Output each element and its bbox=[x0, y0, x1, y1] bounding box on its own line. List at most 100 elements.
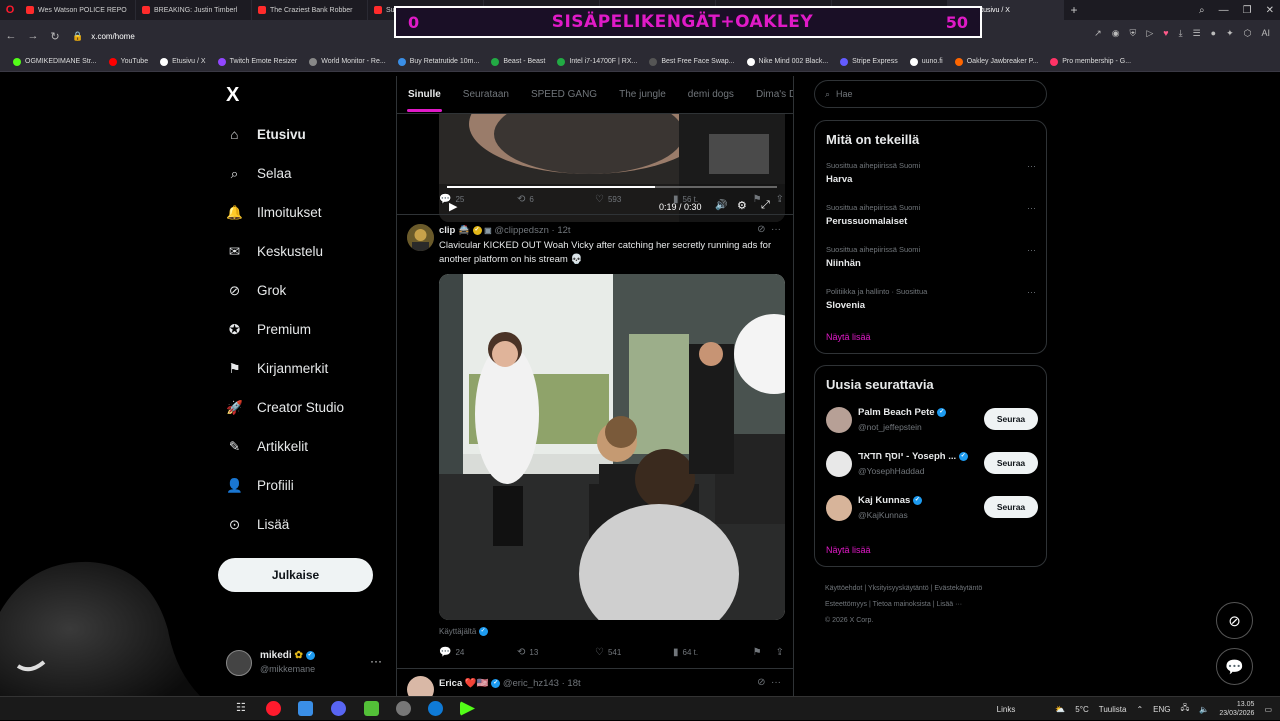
share-icon[interactable]: ⇪ bbox=[776, 647, 784, 658]
browser-tab[interactable]: Wes Watson POLICE REPO bbox=[20, 0, 136, 20]
account-switcher[interactable]: mikedi ✿ ✓ @mikkemane ··· bbox=[226, 648, 386, 682]
nav-item-premium[interactable]: ✪ Premium bbox=[226, 321, 311, 338]
streaming-app-icon[interactable] bbox=[364, 701, 379, 716]
tray-arrow-icon[interactable]: ⌃ bbox=[1136, 705, 1143, 714]
shield-icon[interactable]: ⛨ bbox=[1130, 28, 1137, 39]
edge-icon[interactable] bbox=[428, 701, 443, 716]
reply-button[interactable]: 💬 24 bbox=[439, 647, 517, 658]
footer-link[interactable]: Esteettömyys bbox=[825, 601, 867, 608]
repost-button[interactable]: ⟲ 13 bbox=[517, 647, 595, 658]
back-button[interactable]: ← bbox=[0, 30, 22, 42]
nav-item-grok[interactable]: ⊘ Grok bbox=[226, 282, 286, 299]
more-icon[interactable]: ··· bbox=[1027, 245, 1036, 255]
opera-icon[interactable] bbox=[266, 701, 281, 716]
profile-icon[interactable]: ● bbox=[1211, 28, 1216, 39]
heart-icon[interactable]: ♥ bbox=[1163, 28, 1168, 39]
bookmark-item[interactable]: uuno.fi bbox=[905, 57, 948, 66]
follow-suggestion[interactable]: Kaj Kunnas ✓ @KajKunnas Seuraa bbox=[826, 493, 1038, 525]
clock[interactable]: 13.05 23/03/2026 bbox=[1219, 700, 1254, 718]
discord-icon[interactable] bbox=[331, 701, 346, 716]
more-icon[interactable]: ··· bbox=[370, 654, 382, 668]
bookmark-item[interactable]: Buy Retatrutide 10m... bbox=[393, 57, 485, 66]
nav-item-ilmoitukset[interactable]: 🔔 Ilmoitukset bbox=[226, 204, 321, 221]
bookmark-icon[interactable]: ⚑ bbox=[753, 647, 762, 658]
timeline-tab[interactable]: Seurataan bbox=[452, 76, 520, 114]
repost-button[interactable]: ⟲ 6 bbox=[517, 194, 595, 205]
footer-link[interactable]: Evästekäytäntö bbox=[934, 585, 982, 592]
weather-text[interactable]: Tuulista bbox=[1099, 705, 1127, 714]
browser-tab[interactable]: The Craziest Bank Robber bbox=[252, 0, 368, 20]
tweet-author[interactable]: Erica ❤️🇺🇸 ✓ @eric_hz143 · 18t bbox=[439, 678, 581, 689]
tweet-video[interactable]: ▶ 0:19 / 0:30 🔊 ⚙ ⤢ bbox=[439, 114, 785, 222]
messages-fab[interactable]: 💬 bbox=[1216, 648, 1253, 685]
views-button[interactable]: ▮ 56 t. bbox=[673, 194, 751, 205]
bookmark-item[interactable]: OGMIKEDIMANE Str... bbox=[8, 57, 102, 66]
avatar[interactable] bbox=[826, 407, 852, 433]
avatar[interactable] bbox=[826, 495, 852, 521]
app-icon[interactable] bbox=[396, 701, 411, 716]
follow-button[interactable]: Seuraa bbox=[984, 408, 1038, 430]
bookmark-item[interactable]: Oakley Jawbreaker P... bbox=[950, 57, 1043, 66]
timeline-tab[interactable]: SPEED GANG bbox=[520, 76, 608, 114]
tweet-video[interactable] bbox=[439, 274, 785, 620]
cube-icon[interactable]: ⬡ bbox=[1244, 28, 1252, 39]
nav-item-artikkelit[interactable]: ✎ Artikkelit bbox=[226, 438, 308, 455]
minimize-button[interactable]: — bbox=[1219, 5, 1229, 16]
bookmark-item[interactable]: Intel i7-14700F | RX... bbox=[552, 57, 642, 66]
kick-icon[interactable] bbox=[460, 701, 475, 716]
avatar[interactable] bbox=[407, 224, 434, 251]
trend-item[interactable]: Politiikka ja hallinto · Suosittua Sloven… bbox=[826, 287, 1036, 311]
bookmark-item[interactable]: Twitch Emote Resizer bbox=[213, 57, 303, 66]
timeline-tab[interactable]: demi dogs bbox=[677, 76, 745, 114]
opera-menu-icon[interactable]: O bbox=[0, 0, 20, 20]
grok-fab[interactable]: ⊘ bbox=[1216, 602, 1253, 639]
nav-item-lis-[interactable]: ⊙ Lisää bbox=[226, 516, 289, 533]
camera-icon[interactable]: ◉ bbox=[1112, 28, 1120, 39]
reply-button[interactable]: 💬 25 bbox=[439, 194, 517, 205]
footer-link[interactable]: Käyttöehdot bbox=[825, 585, 862, 592]
timeline-tab[interactable]: Sinulle bbox=[397, 76, 452, 114]
more-icon[interactable]: ··· bbox=[1027, 161, 1036, 171]
timeline-tab[interactable]: Dima's Dist bbox=[745, 76, 793, 114]
weather-temp[interactable]: 5°C bbox=[1075, 705, 1088, 714]
footer-link[interactable]: Tietoa mainoksista bbox=[873, 601, 931, 608]
browser-tab[interactable]: BREAKING: Justin Timberl bbox=[136, 0, 252, 20]
bookmark-item[interactable]: Pro membership - G... bbox=[1045, 57, 1136, 66]
search-input[interactable]: ⌕ Hae bbox=[814, 80, 1047, 108]
url-field[interactable]: x.com/home bbox=[91, 32, 135, 41]
like-button[interactable]: ♡ 541 bbox=[595, 647, 673, 658]
share-icon[interactable]: ⇪ bbox=[776, 194, 784, 205]
trend-item[interactable]: Suosittua aihepiirissä Suomi Niinhän ··· bbox=[826, 245, 1036, 269]
nav-item-kirjanmerkit[interactable]: ⚑ Kirjanmerkit bbox=[226, 360, 328, 377]
maximize-button[interactable]: ❐ bbox=[1243, 5, 1252, 16]
download-icon[interactable]: ⤓ bbox=[1179, 28, 1183, 39]
play-icon[interactable]: ▷ bbox=[1146, 28, 1153, 39]
show-more-link[interactable]: Näytä lisää bbox=[826, 332, 871, 342]
more-icon[interactable]: ··· bbox=[1027, 203, 1036, 213]
tweet-more-icon[interactable]: ⊘ ··· bbox=[757, 677, 781, 688]
footer-link[interactable]: Yksityisyyskäytäntö bbox=[868, 585, 929, 592]
tweet-author[interactable]: clip 🚔 ✓ ▣ @clippedszn · 12t bbox=[439, 225, 571, 236]
bookmark-item[interactable]: YouTube bbox=[104, 57, 154, 66]
network-icon[interactable]: 🖧 bbox=[1181, 702, 1190, 716]
avatar[interactable] bbox=[826, 451, 852, 477]
follow-button[interactable]: Seuraa bbox=[984, 496, 1038, 518]
nav-item-profiili[interactable]: 👤 Profiili bbox=[226, 477, 294, 494]
trend-item[interactable]: Suosittua aihepiirissä Suomi Harva ··· bbox=[826, 161, 1036, 185]
volume-icon[interactable]: 🔈 bbox=[1199, 705, 1209, 714]
avatar[interactable] bbox=[407, 676, 434, 696]
bookmark-item[interactable]: Beast - Beast bbox=[486, 57, 550, 66]
views-button[interactable]: ▮ 64 t. bbox=[673, 647, 751, 658]
nav-item-selaa[interactable]: ⌕ Selaa bbox=[226, 165, 292, 182]
reload-button[interactable]: ↻ bbox=[44, 30, 66, 43]
share-icon[interactable]: ↗ bbox=[1094, 28, 1102, 39]
footer-link[interactable]: Lisää ··· bbox=[936, 601, 962, 608]
ai-icon[interactable]: AI bbox=[1261, 28, 1270, 39]
timeline-tab[interactable]: The jungle bbox=[608, 76, 677, 114]
follow-button[interactable]: Seuraa bbox=[984, 452, 1038, 474]
extension-icon[interactable]: ✦ bbox=[1226, 28, 1234, 39]
close-window-button[interactable]: ✕ bbox=[1266, 5, 1274, 16]
notification-icon[interactable]: ▭ bbox=[1264, 705, 1272, 714]
follow-suggestion[interactable]: יוסף חדאד - Yoseph ... ✓ @YosephHaddad Seu… bbox=[826, 449, 1038, 481]
app-icon[interactable] bbox=[298, 701, 313, 716]
